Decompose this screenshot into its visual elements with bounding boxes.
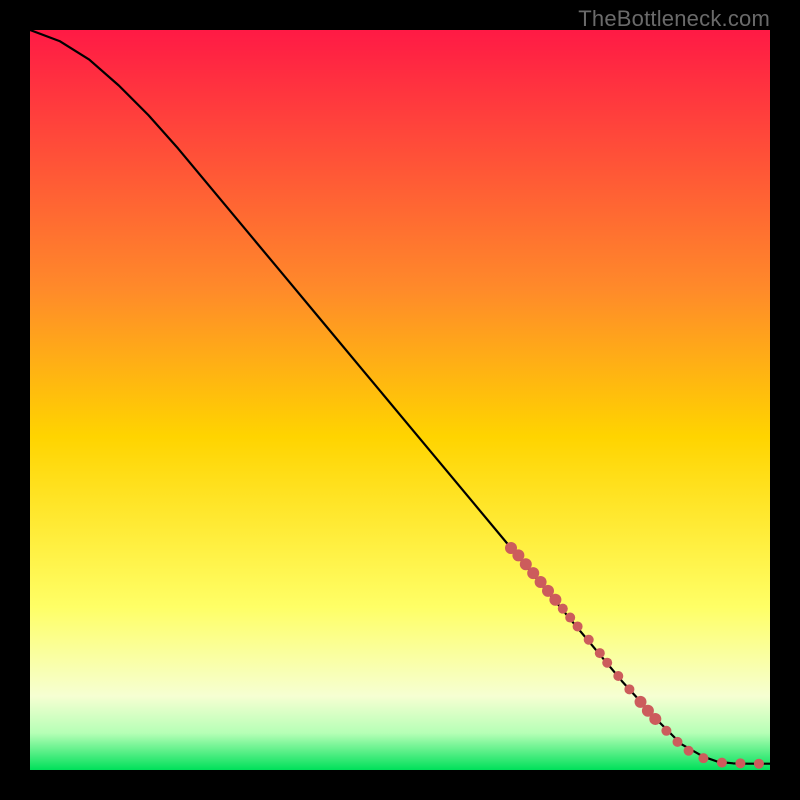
curve-marker (661, 726, 671, 736)
curve-marker (595, 648, 605, 658)
curve-marker (549, 594, 561, 606)
watermark-text: TheBottleneck.com (578, 6, 770, 32)
curve-marker (717, 758, 727, 768)
curve-marker (698, 753, 708, 763)
curve-marker (684, 746, 694, 756)
curve-marker (565, 613, 575, 623)
curve-marker (558, 604, 568, 614)
curve-marker (649, 713, 661, 725)
curve-marker (735, 758, 745, 768)
curve-marker (584, 635, 594, 645)
gradient-background (30, 30, 770, 770)
chart-svg (30, 30, 770, 770)
curve-marker (573, 621, 583, 631)
chart-frame (30, 30, 770, 770)
curve-marker (754, 759, 764, 769)
curve-marker (613, 671, 623, 681)
curve-marker (673, 737, 683, 747)
curve-marker (624, 684, 634, 694)
curve-marker (602, 658, 612, 668)
